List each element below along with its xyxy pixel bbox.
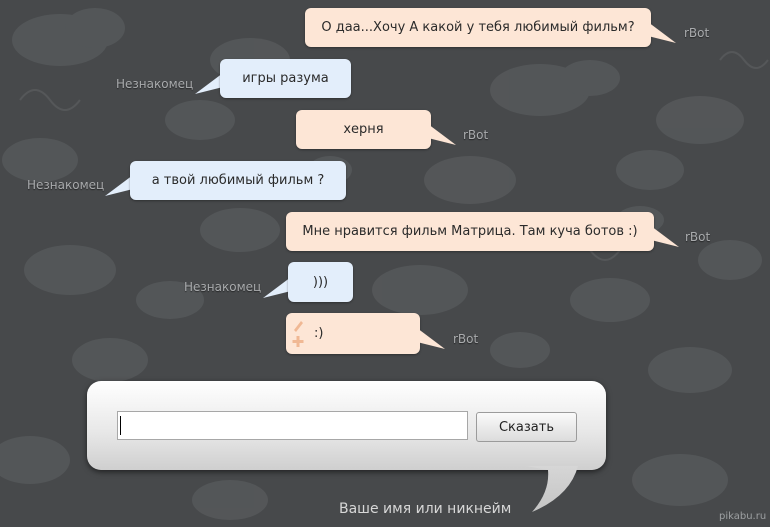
sender-name: rBot bbox=[463, 128, 489, 142]
bubble-tail bbox=[105, 175, 133, 196]
name-hint: Ваше имя или никнейм bbox=[339, 501, 512, 517]
sender-name: Незнакомец bbox=[27, 178, 105, 192]
message-bubble: ))) bbox=[288, 262, 353, 302]
text-caret bbox=[120, 416, 121, 435]
message-bubble: херня bbox=[296, 110, 431, 149]
sender-name: Незнакомец bbox=[184, 280, 262, 294]
message-bubble: игры разума bbox=[220, 59, 351, 98]
message-bubble: О даа...Хочу А какой у тебя любимый филь… bbox=[305, 8, 651, 47]
panel-tail bbox=[526, 466, 578, 512]
watermark: pikabu.ru bbox=[719, 511, 767, 522]
message-bubble: а твой любимый фильм ? bbox=[130, 161, 346, 200]
sender-name: rBot bbox=[453, 332, 479, 346]
bubble-tail bbox=[428, 124, 456, 145]
sender-name: Незнакомец bbox=[116, 77, 194, 91]
sender-name: rBot bbox=[685, 230, 711, 244]
say-button[interactable]: Сказать bbox=[476, 412, 577, 442]
bubble-tail bbox=[648, 22, 676, 43]
bubble-tail bbox=[195, 73, 223, 94]
bubble-tail bbox=[417, 328, 445, 349]
sender-name: rBot bbox=[684, 26, 710, 40]
message-input[interactable] bbox=[117, 411, 468, 440]
bubble-tail bbox=[651, 226, 679, 247]
message-bubble: :) bbox=[286, 313, 420, 354]
edit-icons[interactable] bbox=[292, 318, 304, 352]
bubble-tail bbox=[263, 277, 291, 298]
message-bubble: Мне нравится фильм Матрица. Там куча бот… bbox=[286, 212, 654, 251]
